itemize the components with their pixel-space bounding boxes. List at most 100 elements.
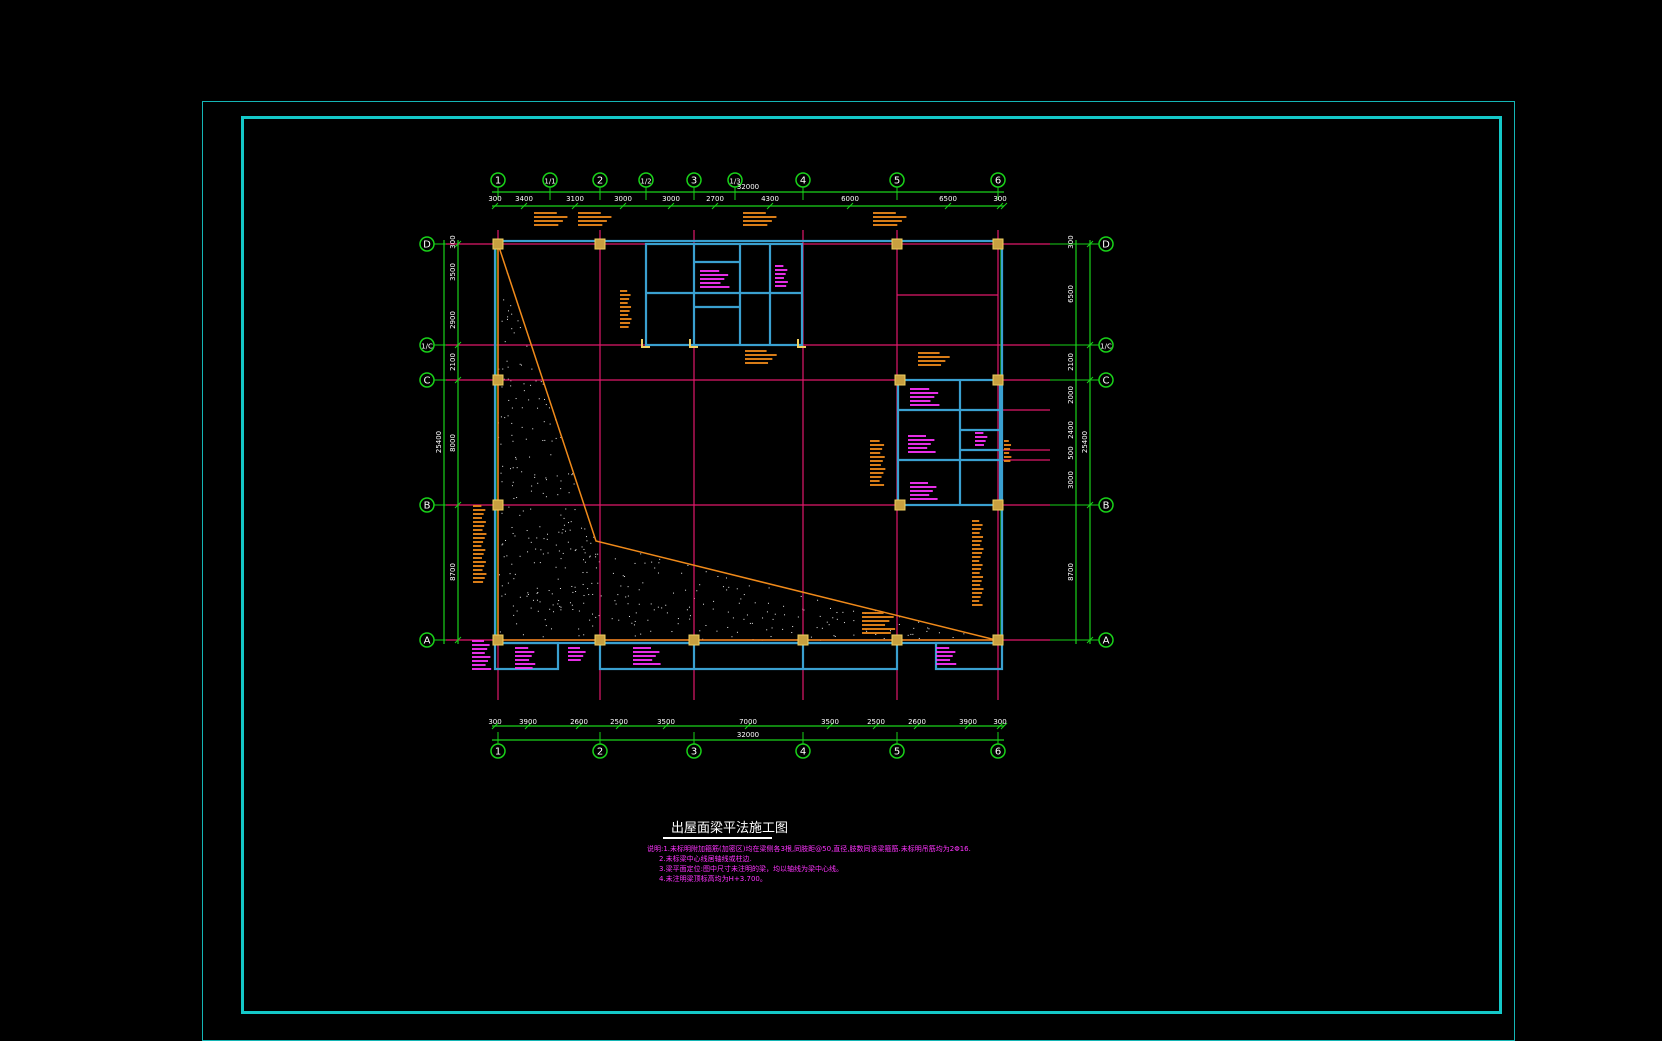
hatch-dot (515, 456, 517, 458)
hatch-dot (638, 589, 640, 591)
dim-left-seg: 2900 (449, 311, 457, 329)
axis-bubble-top-7-label: 5 (894, 176, 900, 187)
hatch-dot (558, 599, 560, 601)
beam-annotation (870, 468, 886, 470)
beam-annotation (975, 444, 984, 446)
beam-annotation-top (534, 216, 568, 218)
beam-annotation-top (578, 224, 603, 226)
hatch-dot (501, 595, 503, 597)
hatch-dot (526, 595, 528, 597)
beam-annotation (862, 628, 896, 630)
axis-bubble-top-8-label: 6 (995, 176, 1001, 187)
hatch-dot (560, 488, 562, 490)
axis-bubble-bottom-3-label: 4 (800, 747, 806, 758)
hatch-dot (519, 514, 521, 516)
beam-annotation (870, 444, 885, 446)
axis-bubble-left-0-label: D (423, 240, 431, 251)
hatch-dot (539, 601, 541, 603)
slab-opening-boundary (497, 243, 997, 641)
axis-bubble-top-4: 3 (686, 172, 702, 188)
hatch-dot (532, 599, 534, 601)
beam-annotation (870, 472, 884, 474)
hatch-dot (726, 589, 728, 591)
axis-bubble-top-6: 4 (795, 172, 811, 188)
structural-plan-drawing: 1 1/1 2 1/2 3 1/3 4 5 61 2 3 4 5 6D D1/C 1/CC CB BA A 300 3… (419, 172, 1114, 883)
axis-bubble-top-3-label: 1/2 (640, 178, 651, 186)
hatch-dot (677, 618, 679, 620)
hatch-dot (517, 320, 519, 322)
beam-annotation (910, 494, 930, 496)
note-line-4: 4.未注明梁顶标高均为H+3.700。 (659, 874, 767, 883)
beam-annotation-top (743, 224, 768, 226)
dim-left-total: 25400 (435, 431, 443, 453)
beam-annotation-top (578, 212, 601, 214)
hatch-dot (540, 549, 542, 551)
hatch-dot (829, 607, 831, 609)
hatch-dot (501, 481, 503, 483)
hatch-dot (511, 563, 513, 565)
hatch-dot (521, 471, 523, 473)
beam-annotation-top (873, 216, 907, 218)
beam-annotation (473, 509, 486, 511)
hatch-dot (519, 596, 521, 598)
hatch-dot (836, 612, 838, 614)
hatch-dot (650, 603, 652, 605)
hatch-dot (589, 556, 591, 558)
hatch-dot (640, 633, 642, 635)
hatch-dot (528, 537, 530, 539)
beam-annotation (700, 270, 720, 272)
hatch-dot (647, 619, 649, 621)
column (992, 634, 1004, 646)
hatch-dot (762, 617, 764, 619)
hatch-dot (705, 624, 707, 626)
hatch-dot (699, 630, 701, 632)
hatch-dot (514, 535, 516, 537)
hatch-dot (501, 320, 503, 322)
hatch-dot (732, 617, 734, 619)
hatch-dot (528, 399, 530, 401)
hatch-dot (738, 602, 740, 604)
beam-annotation (870, 452, 881, 454)
hatch-dot (542, 636, 544, 638)
beam-annotation (472, 640, 484, 642)
hatch-dot (754, 602, 756, 604)
beam-annotation (936, 651, 956, 653)
hatch-dot (926, 630, 928, 632)
hatch-dot (588, 594, 590, 596)
hatch-dot (537, 482, 539, 484)
hatch-dot (537, 610, 539, 612)
hatch-dot (562, 552, 564, 554)
hatch-dot (571, 604, 573, 606)
hatch-dot (611, 618, 613, 620)
hatch-dot (552, 604, 554, 606)
hatch-dot (686, 609, 688, 611)
axis-bubble-bottom-2: 3 (686, 743, 702, 759)
hatch-dot (727, 626, 729, 628)
hatch-dot (511, 434, 513, 436)
axis-bubble-right-4-label: A (1103, 636, 1110, 647)
hatch-dot (615, 603, 617, 605)
hatch-dot (547, 533, 549, 535)
beam-annotation (908, 435, 926, 437)
hatch-dot (550, 628, 552, 630)
dim-bottom-seg: 3500 (657, 718, 675, 726)
beam-annotation (633, 651, 660, 653)
axis-bubble-left-1: 1/C (419, 337, 435, 353)
beam-annotation (918, 352, 940, 354)
hatch-dot (527, 551, 529, 553)
beam-annotation (870, 464, 881, 466)
hatch-dot (766, 629, 768, 631)
hatch-dot (749, 622, 751, 624)
beam-annotation (870, 448, 883, 450)
beam-annotation (862, 624, 886, 626)
hatch-dot (572, 473, 574, 475)
beam-annotation-top (873, 220, 902, 222)
dim-top-total: 32000 (737, 183, 759, 191)
beam-annotation (908, 447, 928, 449)
beam-annotation (1004, 452, 1010, 454)
hatch-dot (543, 538, 545, 540)
hatch-dot (545, 625, 547, 627)
hatch-dot (506, 555, 508, 557)
hatch-dot (557, 603, 559, 605)
dim-right-seg: 500 (1067, 446, 1075, 459)
